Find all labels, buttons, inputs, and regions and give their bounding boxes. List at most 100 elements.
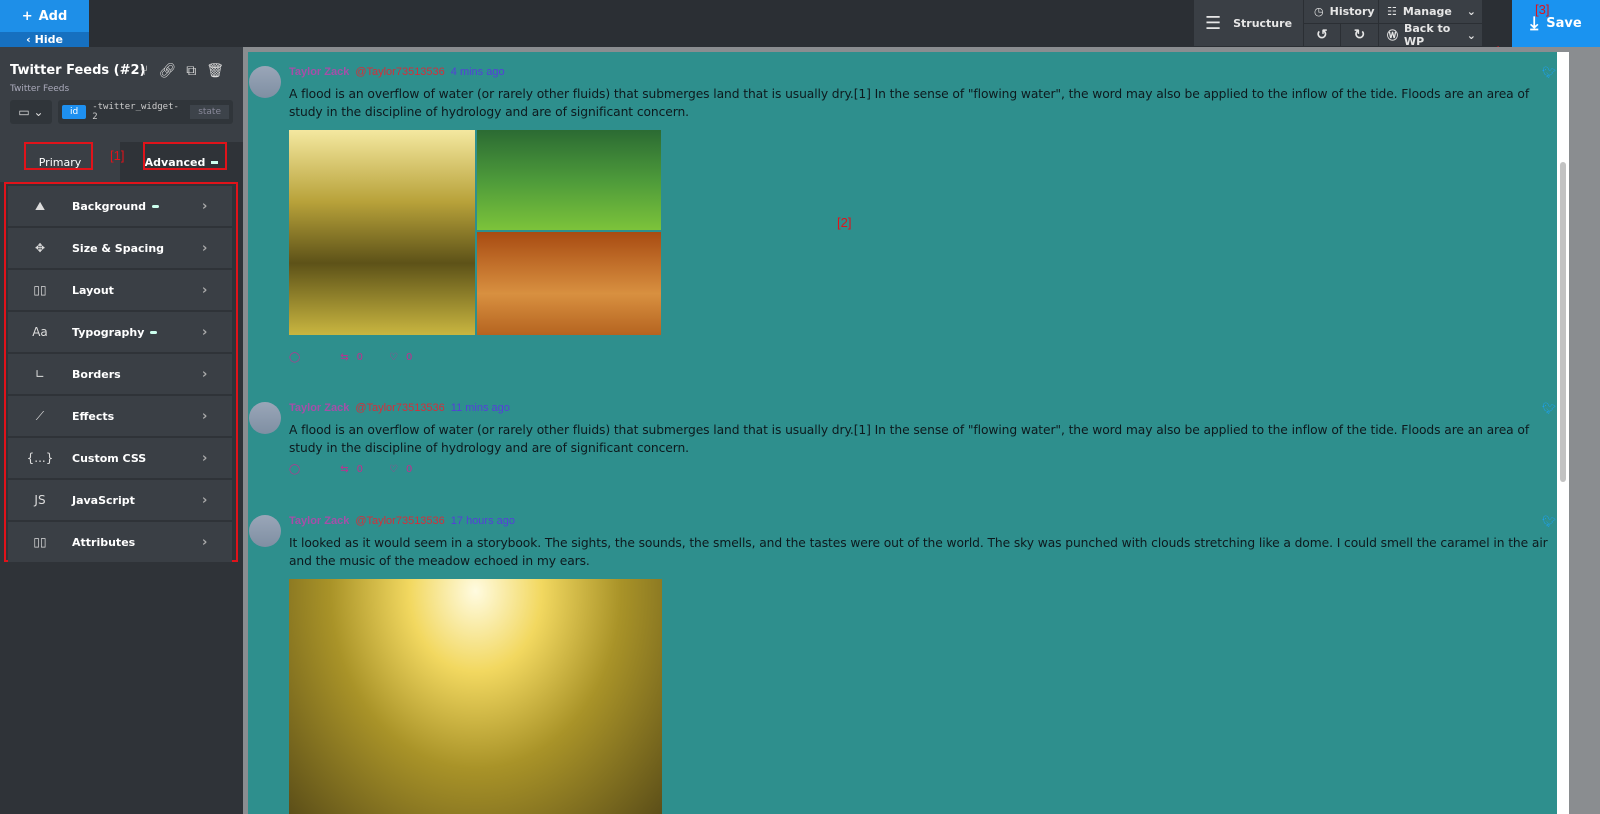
panel-icon: {...}	[26, 451, 54, 465]
tweet-time[interactable]: 17 hours ago	[451, 515, 515, 527]
selector-field[interactable]: id -twitter_widget-2 state	[58, 100, 233, 124]
duplicate-icon[interactable]: ⧉	[186, 63, 196, 79]
tweet-text: It looked as it would seem in a storyboo…	[289, 536, 1548, 568]
panel-background[interactable]: ⛰ Background ›	[8, 186, 232, 226]
reply-icon[interactable]: ◯	[289, 464, 300, 475]
hierarchy-icon[interactable]: ⑂	[140, 63, 148, 79]
scrollbar-thumb[interactable]	[1560, 162, 1566, 482]
author-handle[interactable]: @Taylor73513536	[355, 515, 444, 527]
manage-dropdown[interactable]: ☷ Manage ⌄	[1378, 0, 1482, 24]
chevron-right-icon: ›	[202, 282, 208, 298]
panel-label-text: Layout	[72, 283, 114, 297]
panel-label: Layout	[72, 284, 202, 297]
chevron-right-icon: ›	[202, 450, 208, 466]
panel-label: Typography	[72, 326, 202, 339]
settings-panels: ⛰ Background › ✥ Size & Spacing › ▯▯ Layout › Aa T…	[8, 186, 232, 564]
add-button[interactable]: + Add	[0, 0, 89, 32]
chevron-right-icon: ›	[202, 492, 208, 508]
image-icon: ⛰	[34, 198, 46, 213]
author-name[interactable]: Taylor Zack	[289, 66, 349, 78]
chevron-right-icon: ›	[202, 366, 208, 382]
panel-layout[interactable]: ▯▯ Layout ›	[8, 270, 232, 310]
tweet-image[interactable]	[477, 232, 661, 335]
avatar[interactable]	[249, 402, 281, 434]
structure-label: Structure	[1233, 16, 1293, 30]
undo-button[interactable]: ↺	[1303, 24, 1340, 47]
panel-javascript[interactable]: JS JavaScript ›	[8, 480, 232, 520]
sliders-icon: ☷	[1387, 5, 1397, 18]
tabs: Primary Advanced [1]	[0, 142, 243, 182]
twitter-icon[interactable]: 🐦︎	[1542, 515, 1556, 528]
panel-size-spacing[interactable]: ✥ Size & Spacing ›	[8, 228, 232, 268]
tweet-time[interactable]: 4 mins ago	[451, 66, 505, 78]
indicator-dot	[150, 331, 158, 334]
panel-icon: JS	[34, 493, 46, 507]
reply-icon[interactable]: ◯	[289, 352, 300, 363]
back-to-wp-label: Back to WP	[1404, 22, 1451, 48]
panel-label-text: Typography	[72, 325, 145, 339]
panel-label-text: Size & Spacing	[72, 241, 165, 255]
top-toolbar: + Add ‹ Hide ☰ Structure ◷ History ↺ ↻ ☷ Mana…	[0, 0, 1600, 48]
twitter-icon[interactable]: 🐦︎	[1542, 66, 1556, 79]
retweet-count: 0	[356, 464, 363, 475]
panel-typography[interactable]: Aa Typography ›	[8, 312, 232, 352]
avatar[interactable]	[249, 66, 281, 98]
save-button[interactable]: ⤓ Save	[1512, 0, 1600, 47]
tweet-image[interactable]	[289, 130, 475, 335]
panel-label: Size & Spacing	[72, 242, 202, 255]
chevron-left-icon: ‹	[26, 33, 31, 46]
author-handle[interactable]: @Taylor73513536	[355, 402, 444, 414]
twitter-icon[interactable]: 🐦︎	[1542, 402, 1556, 415]
chevron-right-icon: ›	[202, 198, 208, 214]
panel-label-text: Attributes	[72, 535, 136, 549]
tweet-image[interactable]	[289, 579, 662, 814]
save-label: Save	[1546, 16, 1582, 31]
link-icon[interactable]: 🔗︎	[158, 63, 176, 79]
author-name[interactable]: Taylor Zack	[289, 402, 349, 414]
structure-button[interactable]: ☰ Structure	[1193, 0, 1303, 47]
retweet-icon[interactable]: ⇆	[340, 352, 348, 363]
panel-label: Custom CSS	[72, 452, 202, 465]
annotation-1: [1]	[110, 148, 125, 163]
structure-icon: ☰	[1204, 12, 1222, 34]
panel-borders[interactable]: ∟ Borders ›	[8, 354, 232, 394]
panel-label: Effects	[72, 410, 202, 423]
id-tag[interactable]: id	[62, 105, 87, 119]
canvas: Taylor Zack @Taylor73513536 4 mins ago 🐦︎ …	[243, 47, 1600, 814]
heart-icon[interactable]: ♡	[389, 464, 398, 475]
undo-icon: ↺	[1316, 27, 1328, 43]
chevron-down-icon: ⌄	[1466, 28, 1476, 42]
author-handle[interactable]: @Taylor73513536	[355, 66, 444, 78]
hide-button[interactable]: ‹ Hide	[0, 32, 89, 47]
scrollbar[interactable]	[1557, 52, 1569, 814]
state-button[interactable]: state	[190, 105, 229, 119]
hide-label: Hide	[34, 33, 63, 46]
twitter-feed: Taylor Zack @Taylor73513536 4 mins ago 🐦︎ …	[248, 52, 1558, 814]
author-name[interactable]: Taylor Zack	[289, 515, 349, 527]
plus-icon: +	[21, 8, 33, 24]
panel-custom-css[interactable]: {...} Custom CSS ›	[8, 438, 232, 478]
element-header: Twitter Feeds (#2) ⑂ 🔗︎ ⧉ 🗑︎ Twitter Feeds …	[0, 47, 243, 142]
panel-effects[interactable]: ⟋ Effects ›	[8, 396, 232, 436]
chevron-right-icon: ›	[202, 324, 208, 340]
tweet-time[interactable]: 11 mins ago	[451, 402, 510, 414]
layout-icon: ▯▯	[33, 283, 47, 297]
panel-label-text: Background	[72, 199, 147, 213]
panel-attributes[interactable]: ▯▯ Attributes ›	[8, 522, 232, 562]
redo-button[interactable]: ↻	[1340, 24, 1378, 47]
add-label: Add	[38, 8, 68, 24]
avatar[interactable]	[249, 515, 281, 547]
border-icon: ∟	[34, 367, 46, 381]
trash-icon[interactable]: 🗑︎	[206, 63, 224, 79]
heart-icon[interactable]: ♡	[389, 352, 398, 363]
tweet-image[interactable]	[477, 130, 661, 230]
history-button[interactable]: ◷ History	[1303, 0, 1378, 24]
tweet-text: A flood is an overflow of water (or rare…	[289, 423, 1530, 455]
retweet-icon[interactable]: ⇆	[340, 464, 348, 475]
panel-label-text: Effects	[72, 409, 115, 423]
wordpress-icon: Ⓦ	[1387, 29, 1398, 42]
id-value: -twitter_widget-2	[92, 102, 179, 122]
device-selector[interactable]: ▭ ⌄	[10, 100, 52, 124]
chevron-right-icon: ›	[202, 408, 208, 424]
retweet-count: 0	[356, 352, 363, 363]
